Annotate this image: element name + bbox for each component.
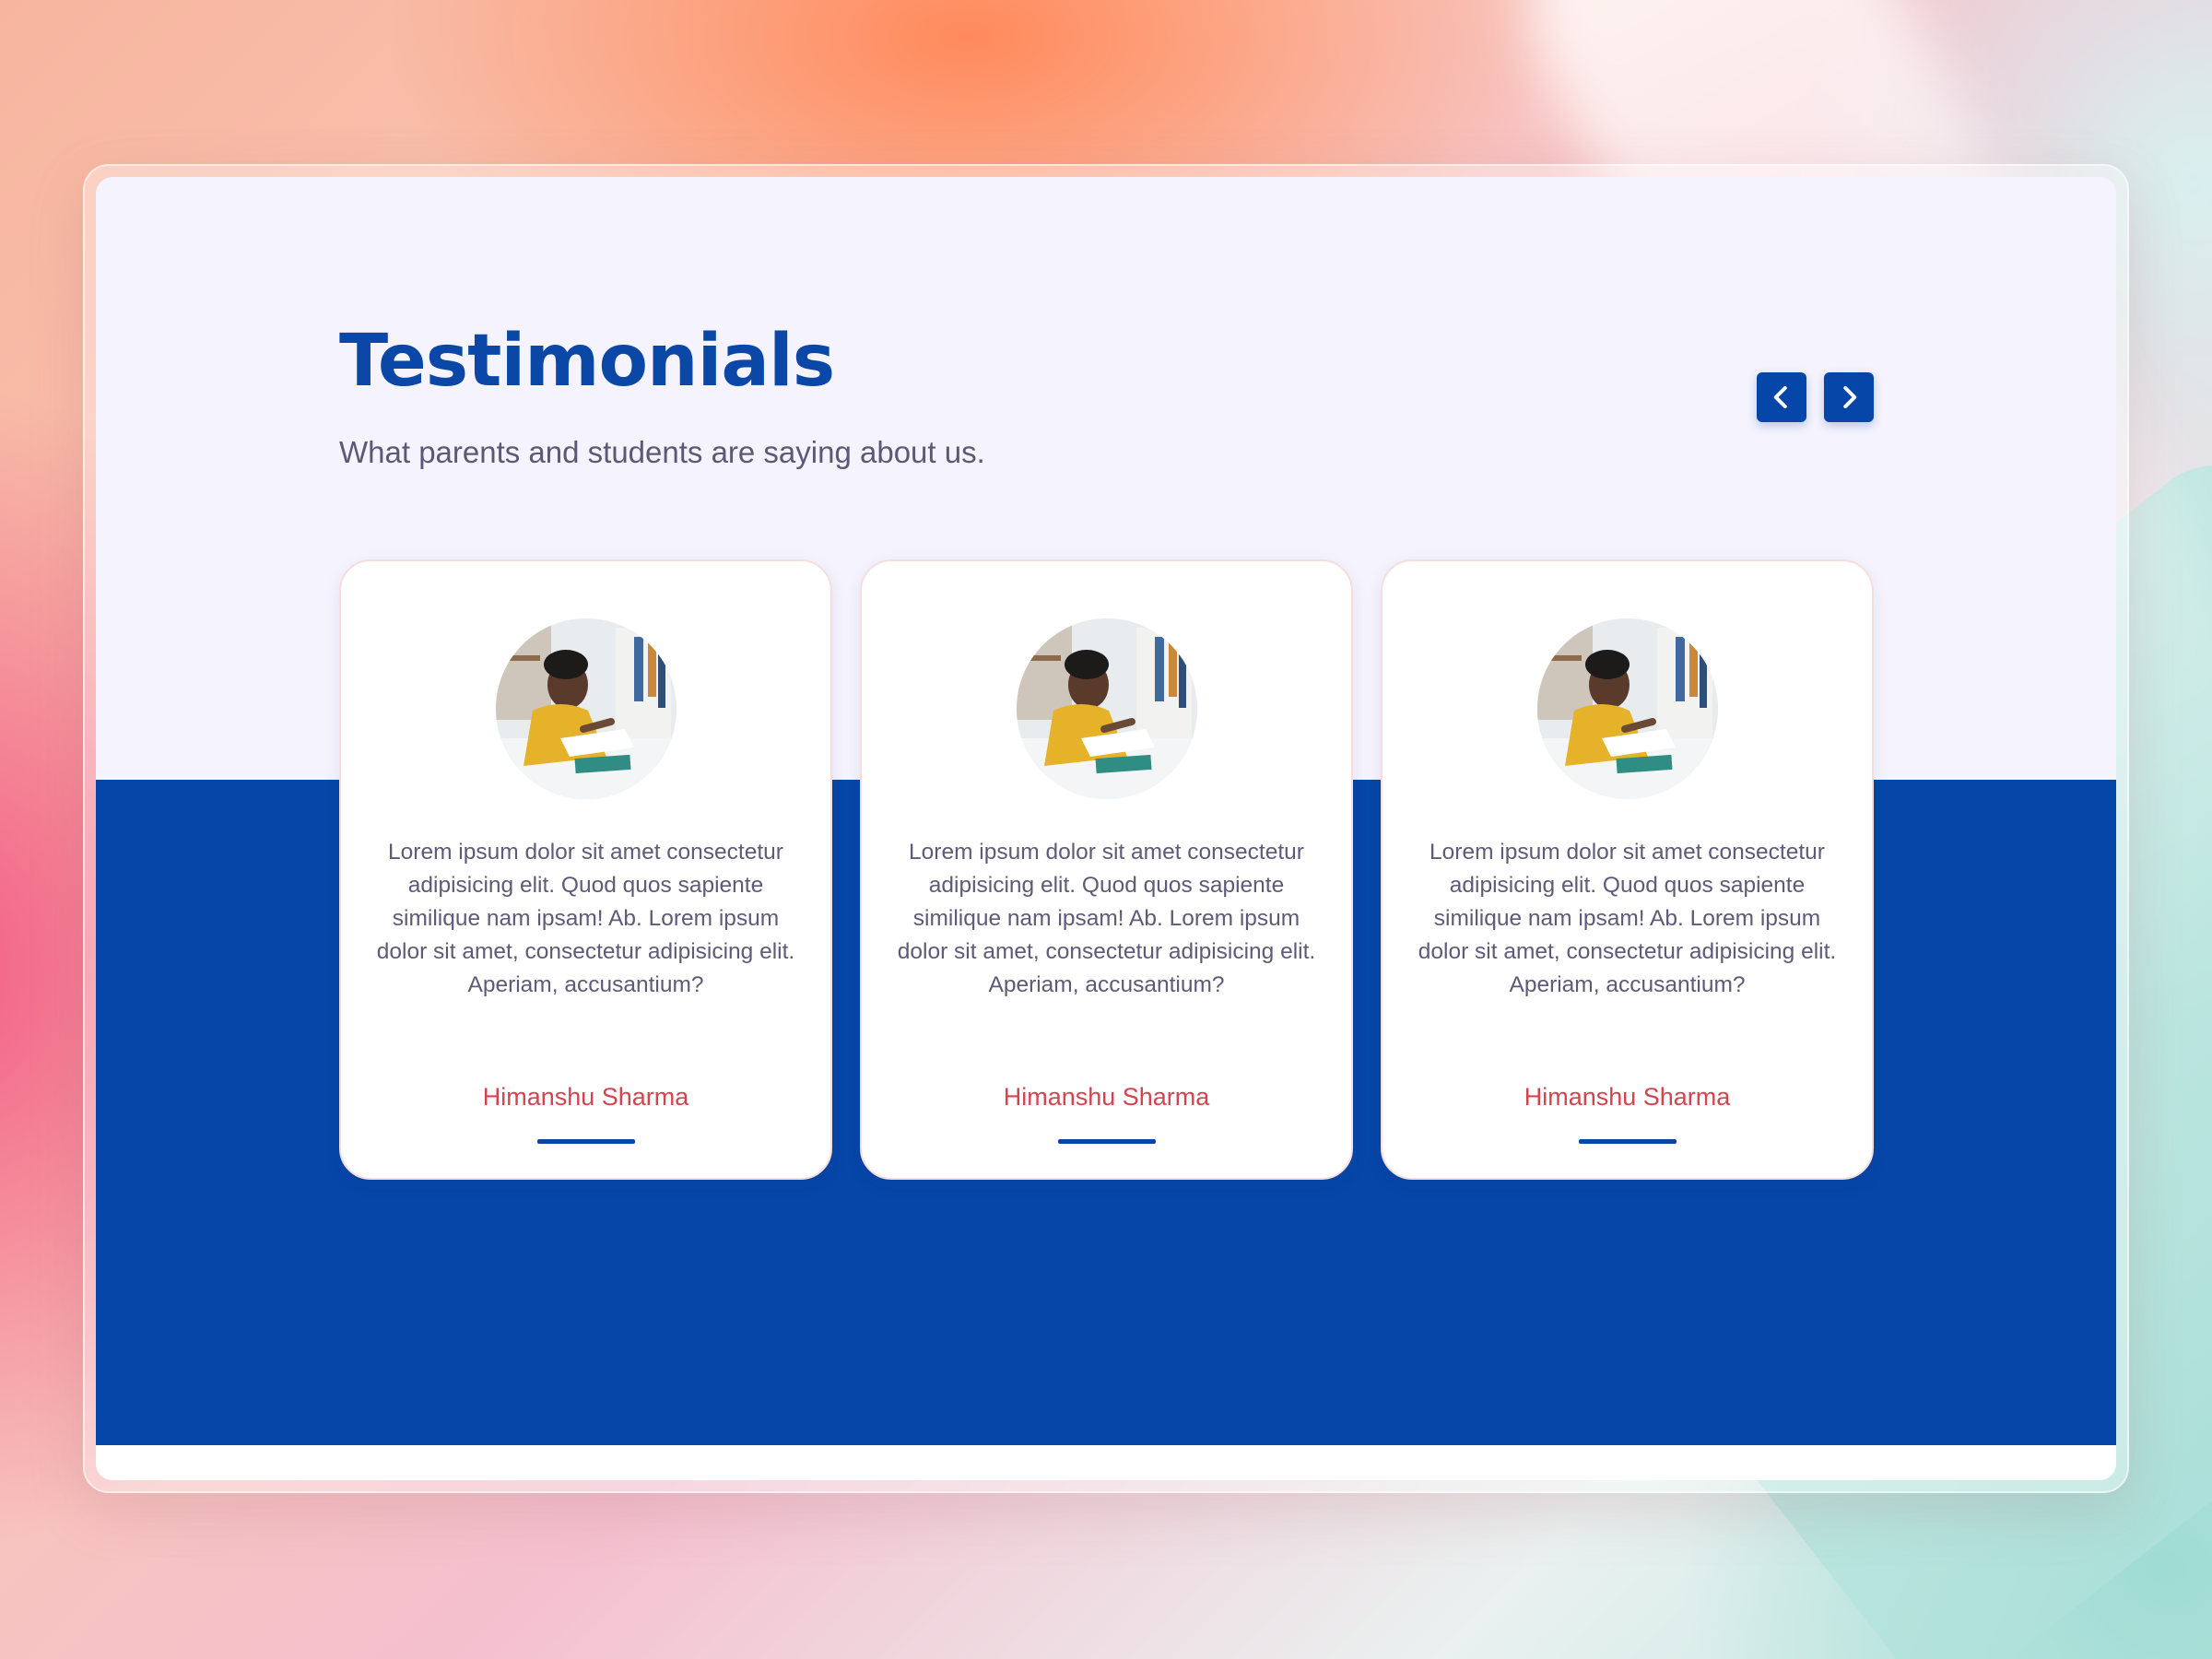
section-subtitle: What parents and students are saying abo…	[339, 435, 985, 469]
student-photo	[1536, 618, 1718, 799]
chevron-left-icon	[1773, 386, 1787, 408]
author-underline	[536, 1139, 635, 1144]
testimonials-section: Testimonials What parents and students a…	[96, 177, 2116, 1480]
student-photo	[1016, 618, 1197, 799]
testimonial-card: Lorem ipsum dolor sit amet consectetur a…	[860, 559, 1353, 1180]
next-button[interactable]	[1824, 372, 1874, 422]
avatar	[1016, 618, 1197, 799]
testimonial-quote: Lorem ipsum dolor sit amet consectetur a…	[1418, 840, 1837, 997]
testimonial-cards: Lorem ipsum dolor sit amet consectetur a…	[339, 559, 1874, 1180]
author-underline	[1057, 1139, 1156, 1144]
avatar	[495, 618, 677, 799]
author-underline	[1578, 1139, 1677, 1144]
testimonial-card: Lorem ipsum dolor sit amet consectetur a…	[339, 559, 832, 1180]
section-title: Testimonials	[339, 320, 835, 403]
previous-button[interactable]	[1757, 372, 1806, 422]
testimonial-quote: Lorem ipsum dolor sit amet consectetur a…	[376, 840, 795, 997]
testimonial-card: Lorem ipsum dolor sit amet consectetur a…	[1381, 559, 1874, 1180]
testimonial-author: Himanshu Sharma	[1524, 1083, 1731, 1111]
chevron-right-icon	[1843, 386, 1857, 408]
testimonial-author: Himanshu Sharma	[482, 1083, 689, 1111]
bottom-strip	[96, 1445, 2116, 1480]
testimonial-author: Himanshu Sharma	[1003, 1083, 1210, 1111]
avatar	[1536, 618, 1718, 799]
student-photo	[495, 618, 677, 799]
testimonial-quote: Lorem ipsum dolor sit amet consectetur a…	[897, 840, 1316, 997]
